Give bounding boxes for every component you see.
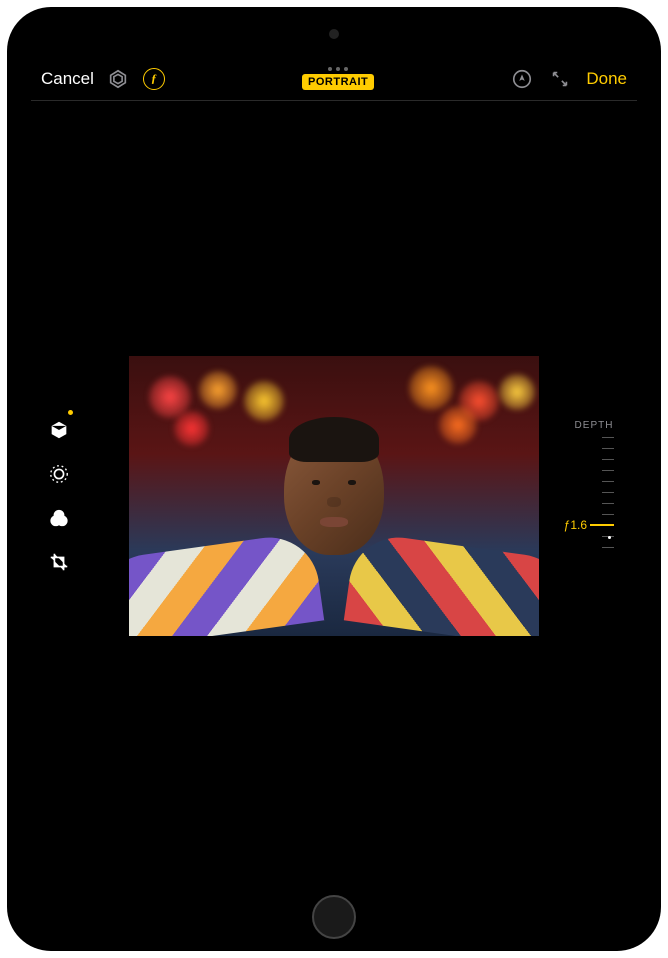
top-toolbar: Cancel ƒ PORTRAIT	[31, 57, 637, 101]
depth-tick	[602, 547, 614, 548]
editor-canvas: DEPTH ƒ1.6	[31, 101, 637, 891]
crop-tool-button[interactable]	[41, 544, 77, 580]
markup-icon	[511, 68, 533, 90]
aperture-indicator-dot	[608, 536, 611, 539]
front-camera-dot	[329, 29, 339, 39]
depth-tick	[602, 514, 614, 515]
home-button[interactable]	[312, 895, 356, 939]
ipad-frame: Cancel ƒ PORTRAIT	[7, 7, 661, 951]
depth-tick	[602, 448, 614, 449]
bokeh-light	[409, 366, 453, 410]
depth-tick	[602, 470, 614, 471]
bokeh-light	[244, 381, 284, 421]
aperture-value: ƒ1.6	[564, 518, 614, 532]
markup-button[interactable]	[510, 67, 534, 91]
depth-label: DEPTH	[575, 420, 614, 431]
expand-icon	[549, 68, 571, 90]
adjust-tool-button[interactable]	[41, 456, 77, 492]
left-tool-rail	[41, 412, 77, 580]
crop-icon	[48, 551, 70, 573]
cube-icon	[48, 419, 70, 441]
depth-tick	[602, 503, 614, 504]
lighting-effects-button[interactable]	[106, 67, 130, 91]
bokeh-light	[174, 411, 209, 446]
cancel-button[interactable]: Cancel	[41, 69, 94, 89]
bokeh-light	[439, 406, 477, 444]
depth-tick	[602, 459, 614, 460]
done-button[interactable]: Done	[586, 69, 627, 89]
bokeh-light	[499, 374, 535, 410]
depth-scale[interactable]: ƒ1.6	[574, 437, 614, 572]
hexagon-icon	[107, 68, 129, 90]
photo-preview[interactable]	[129, 356, 539, 636]
depth-tick	[602, 437, 614, 438]
depth-tick	[602, 492, 614, 493]
aperture-button[interactable]: ƒ	[142, 67, 166, 91]
bokeh-light	[199, 371, 237, 409]
aperture-icon: ƒ	[143, 68, 165, 90]
mode-badge: PORTRAIT	[302, 74, 374, 90]
filters-tool-button[interactable]	[41, 500, 77, 536]
screen: Cancel ƒ PORTRAIT	[31, 57, 637, 891]
fullscreen-button[interactable]	[548, 67, 572, 91]
subject-arms	[129, 541, 539, 636]
adjust-icon	[48, 463, 70, 485]
depth-tick	[602, 481, 614, 482]
filters-icon	[48, 507, 70, 529]
grabber-dots-icon[interactable]	[328, 67, 348, 71]
portrait-tool-button[interactable]	[41, 412, 77, 448]
portrait-subject	[284, 425, 384, 555]
depth-slider[interactable]: DEPTH ƒ1.6	[569, 420, 619, 572]
active-indicator-dot	[68, 410, 73, 415]
